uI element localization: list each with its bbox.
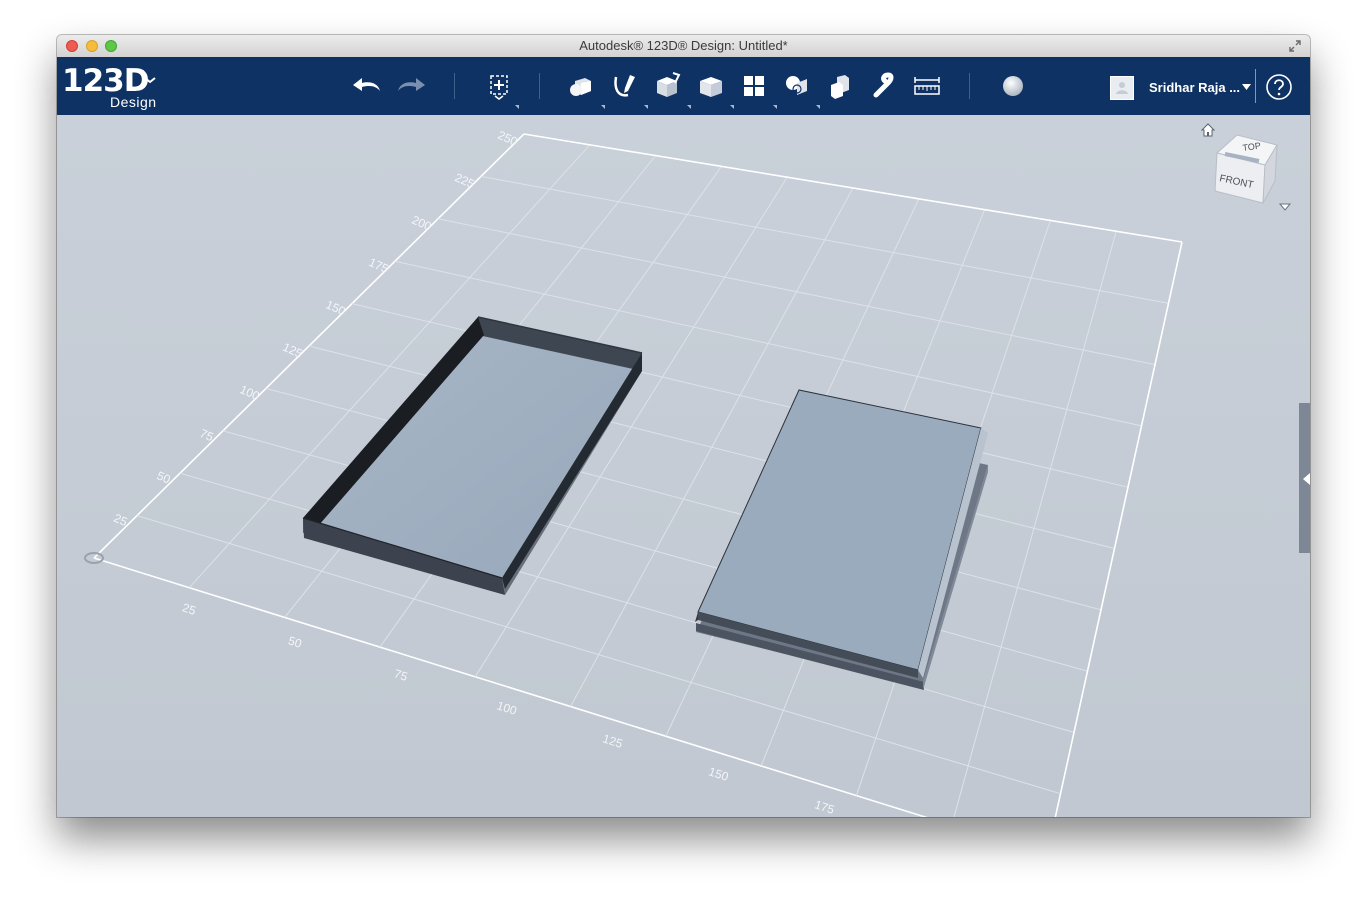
sketch-dropdown-icon[interactable] [644,105,648,109]
redo-button[interactable] [394,69,428,103]
material-button[interactable] [996,69,1030,103]
user-avatar[interactable] [1110,76,1134,100]
measure-button[interactable] [910,69,944,103]
help-icon[interactable] [1265,73,1293,101]
toolbar-separator [454,73,455,99]
primitives-button[interactable] [565,69,599,103]
title-bar: Autodesk® 123D® Design: Untitled* [57,35,1310,58]
construct-icon [657,72,681,97]
grouping-icon [786,76,807,95]
app-window: Autodesk® 123D® Design: Untitled* 123D D… [57,35,1310,817]
grouping-dropdown-icon[interactable] [816,105,820,109]
toolbar-separator [539,73,540,99]
pattern-icon [744,76,764,96]
pattern-dropdown-icon[interactable] [773,105,777,109]
window-title: Autodesk® 123D® Design: Untitled* [579,38,788,53]
modify-button[interactable] [694,69,728,103]
app-logo-subtitle: Design [110,94,157,110]
construct-dropdown-icon[interactable] [687,105,691,109]
combine-button[interactable] [823,69,857,103]
modify-icon [700,77,722,97]
view-cube[interactable]: TOP FRONT [1207,129,1287,215]
transform-icon [490,75,508,100]
undo-icon [353,78,380,91]
grouping-button[interactable] [780,69,814,103]
material-icon [1003,76,1023,96]
fullscreen-icon[interactable] [1288,39,1302,53]
toolbar-separator [1255,69,1256,103]
view-cube-menu-icon[interactable] [1279,203,1291,212]
transform-button[interactable] [482,69,516,103]
measure-icon [914,77,940,95]
app-menu-chevron-icon[interactable] [143,75,157,85]
redo-icon [398,78,425,91]
3d-viewport[interactable]: 25 50 75 100 125 150 175 200 225 250 25 50 75 100 125 1… [57,115,1310,817]
primitives-icon [570,78,591,96]
combine-icon [831,75,849,99]
scene-canvas[interactable]: 2550751001251501752002252502550751001251… [57,115,1310,817]
pattern-button[interactable] [737,69,771,103]
primitives-dropdown-icon[interactable] [601,105,605,109]
modify-dropdown-icon[interactable] [730,105,734,109]
transform-dropdown-icon[interactable] [515,105,519,109]
expand-panel-arrow-icon[interactable] [1302,473,1310,485]
main-toolbar: 123D Design Sridhar Raja ... [57,57,1310,115]
user-name[interactable]: Sridhar Raja ... [1149,80,1240,95]
construct-button[interactable] [651,69,685,103]
sketch-button[interactable] [608,69,642,103]
snap-button[interactable] [866,69,900,103]
sketch-icon [614,75,635,97]
user-menu-caret-icon[interactable] [1242,84,1251,90]
snap-icon [873,72,894,98]
toolbar-separator [969,73,970,99]
view-cube-icon: TOP FRONT [1214,134,1278,204]
undo-button[interactable] [350,69,384,103]
user-silhouette-icon [1116,82,1128,94]
